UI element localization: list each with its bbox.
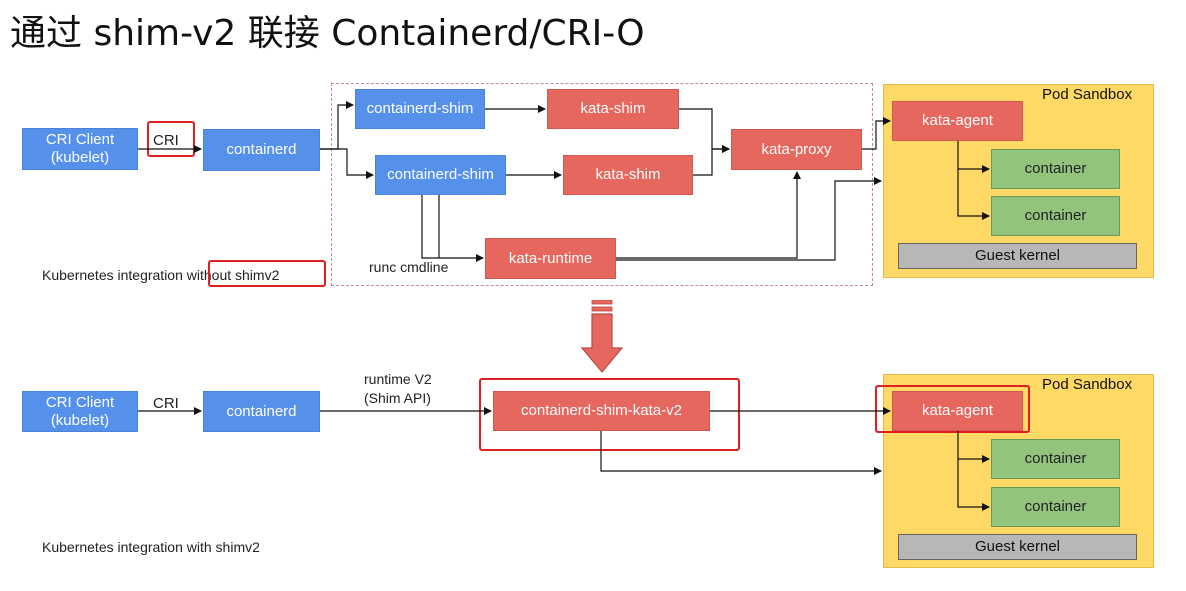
connector-lines bbox=[138, 101, 990, 511]
